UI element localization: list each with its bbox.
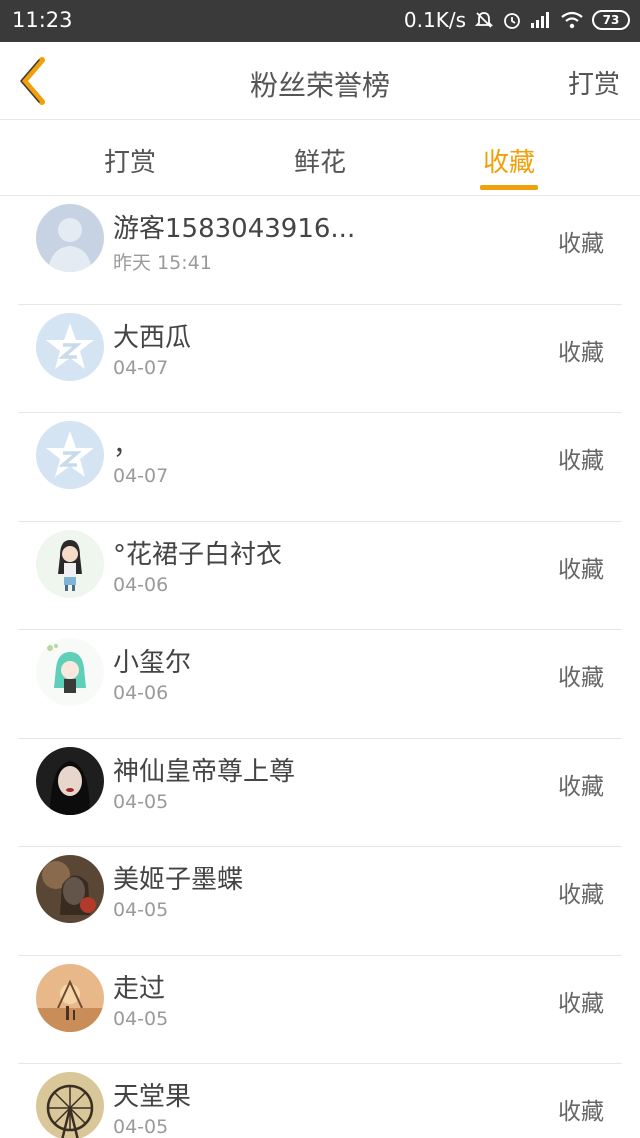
avatar (36, 421, 104, 489)
avatar (36, 1072, 104, 1138)
alarm-icon (502, 10, 522, 30)
battery-icon: 73 (592, 10, 630, 30)
fan-action: 收藏 (558, 882, 604, 908)
wifi-icon (560, 11, 584, 29)
list-item[interactable]: 美姬子墨蝶 04-05 收藏 (0, 847, 640, 956)
fan-action: 收藏 (558, 556, 604, 583)
list-item[interactable]: 神仙皇帝尊上尊 04-05 收藏 (0, 739, 640, 848)
tab-favorites[interactable]: 收藏 (449, 142, 569, 179)
fan-date: 04-07 (113, 465, 169, 487)
tab-flowers[interactable]: 鲜花 (260, 142, 380, 179)
fan-name: 游客1583043916... (113, 214, 356, 244)
reward-button[interactable]: 打赏 (568, 64, 620, 101)
list-item[interactable]: 小玺尔 04-06 收藏 (0, 630, 640, 739)
list-item[interactable]: 天堂果 04-05 收藏 (0, 1064, 640, 1138)
list-item[interactable]: 大西瓜 04-07 收藏 (0, 305, 640, 414)
fan-name: 大西瓜 (113, 322, 192, 353)
list-item[interactable]: ， 04-07 收藏 (0, 413, 640, 522)
fan-action: 收藏 (558, 990, 604, 1017)
fan-date: 昨天 15:41 (113, 252, 212, 274)
app-header: 粉丝荣誉榜 打赏 (0, 42, 640, 120)
status-icons: 0.1K/s 73 (404, 8, 630, 32)
fan-list[interactable]: 游客1583043916... 昨天 15:41 收藏 大西瓜 04-07 收藏… (0, 196, 640, 1138)
fan-action: 收藏 (558, 231, 604, 257)
fan-name: ， (113, 431, 140, 461)
avatar (36, 963, 104, 1032)
fan-action: 收藏 (558, 773, 604, 800)
avatar (36, 638, 104, 706)
active-tab-indicator (480, 185, 538, 190)
fan-name: 天堂果 (113, 1082, 192, 1112)
list-item[interactable]: 走过 04-05 收藏 (0, 956, 640, 1065)
signal-icon (530, 11, 552, 29)
fan-action: 收藏 (558, 665, 604, 691)
fan-action: 收藏 (558, 339, 604, 366)
list-item[interactable]: °花裙子白衬衣 04-06 收藏 (0, 522, 640, 631)
fan-date: 04-07 (113, 356, 169, 379)
avatar (36, 746, 104, 815)
network-speed: 0.1K/s (403, 8, 466, 32)
fan-date: 04-05 (113, 790, 169, 813)
avatar (36, 855, 104, 923)
status-time: 11:23 (12, 8, 73, 32)
avatar (36, 312, 104, 381)
mute-icon (474, 10, 494, 30)
tab-reward[interactable]: 打赏 (70, 142, 190, 179)
fan-name: °花裙子白衬衣 (113, 539, 283, 570)
fan-date: 04-05 (113, 1116, 169, 1138)
fan-action: 收藏 (558, 1099, 604, 1125)
fan-date: 04-05 (113, 899, 169, 921)
fan-name: 走过 (113, 973, 166, 1004)
fan-name: 美姬子墨蝶 (113, 865, 244, 895)
fan-date: 04-06 (113, 682, 169, 704)
fan-action: 收藏 (558, 448, 604, 474)
tab-bar: 打赏 鲜花 收藏 (0, 120, 640, 196)
fan-date: 04-06 (113, 573, 169, 596)
list-item[interactable]: 游客1583043916... 昨天 15:41 收藏 (0, 196, 640, 305)
status-bar: 11:23 0.1K/s 73 (0, 0, 640, 42)
avatar (36, 204, 104, 272)
fan-name: 神仙皇帝尊上尊 (113, 756, 296, 787)
avatar (36, 529, 104, 598)
page-title: 粉丝荣誉榜 (249, 69, 390, 102)
fan-date: 04-05 (113, 1007, 169, 1030)
fan-name: 小玺尔 (113, 648, 192, 678)
